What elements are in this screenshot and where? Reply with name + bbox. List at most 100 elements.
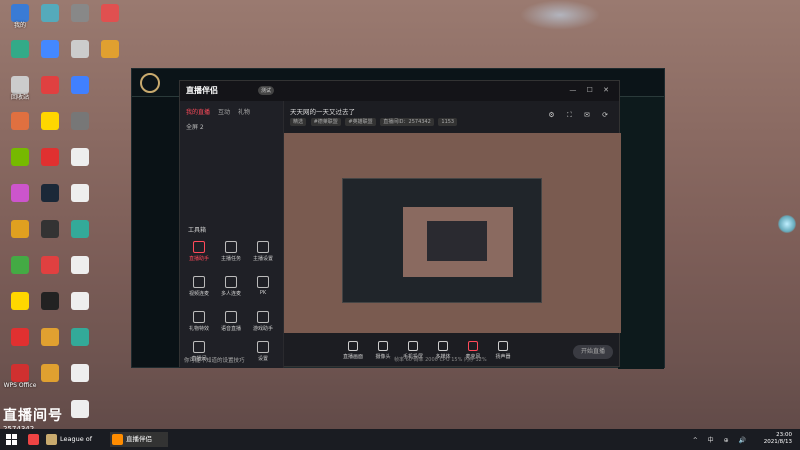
file-icon bbox=[71, 184, 89, 202]
live-main-area: 天天网的一天又过去了 精选 #德莱联盟 #英雄联盟 直播间ID：2574342 … bbox=[284, 101, 621, 368]
nvidia-icon bbox=[11, 148, 29, 166]
tag[interactable]: 精选 bbox=[290, 118, 307, 126]
camera-icon bbox=[378, 341, 388, 351]
app-icon bbox=[71, 76, 89, 94]
app-icon bbox=[11, 220, 29, 238]
desktop-icon[interactable] bbox=[62, 292, 98, 311]
taskbar-chrome[interactable] bbox=[26, 432, 42, 447]
ceiling-light bbox=[520, 0, 600, 30]
live-left-panel: 我的直播 互动 礼物 全屏 2 工具箱 直播助手 主播任务 主播设置 视频连麦 … bbox=[180, 101, 284, 368]
system-tray[interactable]: ^ 中 ⊕ 🔊 bbox=[693, 435, 750, 444]
clock[interactable]: 23:00 2021/8/13 bbox=[764, 432, 792, 446]
preview-nested-window bbox=[342, 178, 542, 303]
app-icon bbox=[11, 184, 29, 202]
app-icon bbox=[11, 328, 29, 346]
app-icon bbox=[71, 4, 89, 22]
desktop-icon[interactable] bbox=[62, 256, 98, 275]
app-icon bbox=[41, 292, 59, 310]
lol-friends-panel bbox=[618, 97, 664, 369]
speaker-icon bbox=[498, 341, 508, 351]
live-tabs: 我的直播 互动 礼物 bbox=[180, 101, 283, 120]
room-icon bbox=[193, 341, 205, 353]
live-titlebar: 直播伴侣 测试 — ☐ ✕ bbox=[180, 81, 619, 101]
lol-icon bbox=[46, 434, 57, 445]
tool-config[interactable]: 设置 bbox=[250, 341, 276, 362]
app-icon bbox=[71, 40, 89, 58]
app-icon bbox=[71, 112, 89, 130]
tag[interactable]: #德莱联盟 bbox=[310, 118, 341, 126]
desktop-icon[interactable] bbox=[62, 148, 98, 167]
tool-voice-live[interactable]: 语音直播 bbox=[218, 311, 244, 332]
live-app-title: 直播伴侣 bbox=[186, 86, 218, 95]
steam-icon bbox=[41, 184, 59, 202]
tool-game-assistant[interactable]: 游戏助手 bbox=[250, 311, 276, 332]
live-assistant-window[interactable]: 直播伴侣 测试 — ☐ ✕ 我的直播 互动 礼物 全屏 2 工具箱 直播助手 主… bbox=[179, 80, 621, 368]
desktop-icon[interactable] bbox=[62, 220, 98, 239]
stream-title[interactable]: 天天网的一天又过去了 bbox=[290, 106, 355, 116]
tab-interact[interactable]: 互动 bbox=[218, 107, 230, 116]
app-icon bbox=[41, 76, 59, 94]
preview-nested-window bbox=[403, 207, 513, 277]
file-icon bbox=[71, 364, 89, 382]
tool-gift-effects[interactable]: 礼物特效 bbox=[186, 311, 212, 332]
room-brand: 直播间号 bbox=[3, 408, 63, 424]
tips-footer[interactable]: 你可能不知道的设置技巧 bbox=[184, 356, 245, 364]
taskbar-lol[interactable]: League of Legends bbox=[44, 432, 104, 447]
app-icon bbox=[41, 148, 59, 166]
file-icon bbox=[71, 148, 89, 166]
header-actions[interactable]: ⚙ ⛶ ✉ ⟳ bbox=[548, 111, 613, 120]
desktop-icon[interactable] bbox=[92, 40, 128, 59]
clock-time: 23:00 bbox=[776, 432, 792, 438]
settings-icon bbox=[257, 241, 269, 253]
chrome-icon bbox=[28, 434, 39, 445]
app-icon bbox=[41, 256, 59, 274]
app-icon bbox=[11, 40, 29, 58]
tool-video-link[interactable]: 视频连麦 bbox=[186, 276, 212, 297]
app-icon bbox=[41, 364, 59, 382]
toolbox-title: 工具箱 bbox=[188, 227, 207, 234]
clock-date: 2021/8/13 bbox=[763, 439, 792, 445]
desktop-icon[interactable] bbox=[62, 328, 98, 347]
desktop-icon[interactable] bbox=[62, 400, 98, 419]
start-button[interactable] bbox=[6, 434, 17, 445]
app-icon bbox=[101, 4, 119, 22]
app-icon bbox=[11, 112, 29, 130]
taskbar: League of Legends 直播伴侣 ^ 中 ⊕ 🔊 23:00 202… bbox=[0, 429, 800, 450]
app-icon bbox=[11, 292, 29, 310]
app-icon bbox=[41, 112, 59, 130]
app-icon bbox=[41, 4, 59, 22]
desktop-icon[interactable] bbox=[62, 112, 98, 131]
multi-user-icon bbox=[225, 276, 237, 288]
tool-multi-link[interactable]: 多人连麦 bbox=[218, 276, 244, 297]
tag[interactable]: #英雄联盟 bbox=[345, 118, 376, 126]
wps-icon bbox=[11, 364, 29, 382]
recycle-bin-icon bbox=[11, 76, 29, 94]
app-icon bbox=[101, 40, 119, 58]
desktop-icon[interactable] bbox=[62, 184, 98, 203]
assistant-icon bbox=[193, 241, 205, 253]
lol-logo-icon bbox=[140, 73, 160, 93]
desktop-icon[interactable] bbox=[62, 76, 98, 95]
version-badge: 测试 bbox=[258, 86, 275, 95]
status-bar: 帧率 60 码率 2000 CPU 15% 内存 32% bbox=[394, 357, 487, 363]
tool-pk[interactable]: PK bbox=[250, 276, 276, 296]
microphone-icon bbox=[225, 311, 237, 323]
game-icon bbox=[257, 311, 269, 323]
tab-my-live[interactable]: 我的直播 bbox=[186, 107, 210, 116]
scene-label[interactable]: 全屏 2 bbox=[180, 120, 283, 133]
desktop-icon[interactable] bbox=[62, 364, 98, 383]
stream-preview[interactable] bbox=[284, 133, 621, 333]
tool-settings[interactable]: 主播设置 bbox=[250, 241, 276, 262]
window-controls[interactable]: — ☐ ✕ bbox=[569, 86, 613, 94]
file-icon bbox=[71, 292, 89, 310]
tab-gift[interactable]: 礼物 bbox=[238, 107, 250, 116]
app-icon bbox=[41, 40, 59, 58]
live-assistant-icon bbox=[112, 434, 123, 445]
app-icon bbox=[41, 220, 59, 238]
taskbar-live-assistant[interactable]: 直播伴侣 bbox=[110, 432, 168, 447]
task-icon bbox=[225, 241, 237, 253]
tool-live-assistant[interactable]: 直播助手 bbox=[186, 241, 212, 262]
tool-task[interactable]: 主播任务 bbox=[218, 241, 244, 262]
desktop-icon[interactable] bbox=[92, 4, 128, 23]
video-icon bbox=[193, 276, 205, 288]
